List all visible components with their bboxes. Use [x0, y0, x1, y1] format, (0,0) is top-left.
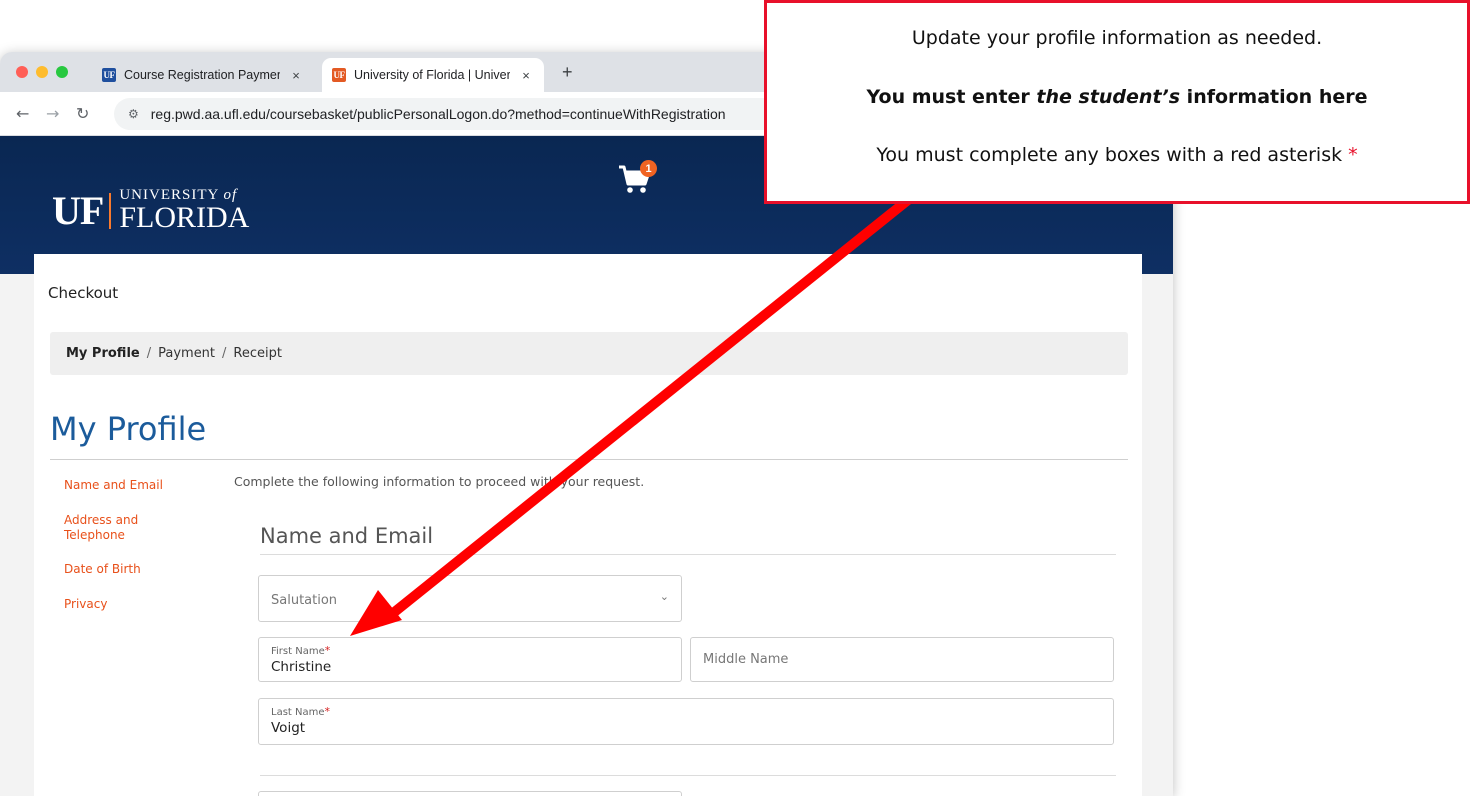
sidenav-date-of-birth[interactable]: Date of Birth [64, 562, 204, 577]
tab-close-icon[interactable]: × [288, 68, 304, 83]
cart-button[interactable]: 1 [618, 160, 658, 194]
middle-name-placeholder: Middle Name [703, 652, 789, 667]
callout-line-2: You must enter the student’s information… [866, 86, 1368, 108]
salutation-placeholder: Salutation [271, 593, 338, 608]
required-asterisk: * [324, 705, 331, 718]
callout-line-3: You must complete any boxes with a red a… [876, 144, 1358, 166]
last-name-value: Voigt [271, 720, 306, 736]
tab-course-registration[interactable]: UF Course Registration Payment × [92, 58, 314, 92]
profile-section-nav: Name and Email Address and Telephone Dat… [64, 478, 204, 632]
last-name-field[interactable]: Last Name* Voigt [258, 698, 1114, 745]
page-title: My Profile [50, 410, 207, 448]
minimize-window-button[interactable] [36, 66, 48, 78]
last-name-label: Last Name* [271, 705, 331, 718]
intro-text: Complete the following information to pr… [234, 474, 645, 489]
close-window-button[interactable] [16, 66, 28, 78]
uf-favicon-icon: UF [102, 68, 116, 82]
required-asterisk: * [1348, 144, 1358, 166]
url-text: reg.pwd.aa.ufl.edu/coursebasket/publicPe… [150, 106, 726, 122]
new-tab-button[interactable]: + [562, 62, 573, 83]
logo-divider [109, 192, 112, 229]
reload-icon[interactable]: ↻ [76, 104, 89, 123]
title-divider [50, 459, 1128, 460]
first-name-label: First Name* [271, 644, 331, 657]
page-viewport: UF UNIVERSITY of FLORIDA 1 Checkout My P… [0, 136, 1173, 796]
first-name-field[interactable]: First Name* Christine [258, 637, 682, 682]
tab-title: University of Florida | Univers [354, 68, 510, 82]
breadcrumb: My Profile / Payment / Receipt [50, 332, 1128, 375]
tab-university-of-florida[interactable]: UF University of Florida | Univers × [322, 58, 544, 92]
logo-florida-text: FLORIDA [119, 201, 250, 234]
forward-arrow-icon[interactable]: → [46, 104, 59, 123]
required-asterisk: * [324, 644, 331, 657]
checkout-heading: Checkout [48, 284, 119, 302]
email-field[interactable] [258, 791, 682, 796]
section-title: Name and Email [260, 524, 434, 548]
breadcrumb-payment: Payment [158, 346, 216, 361]
logo-wordmark: UNIVERSITY of FLORIDA [119, 188, 249, 233]
content-card: Checkout My Profile / Payment / Receipt … [34, 254, 1142, 796]
callout-line-1: Update your profile information as neede… [911, 27, 1323, 49]
sidenav-name-and-email[interactable]: Name and Email [64, 478, 204, 493]
tab-close-icon[interactable]: × [518, 68, 534, 83]
maximize-window-button[interactable] [56, 66, 68, 78]
breadcrumb-current: My Profile [66, 346, 140, 361]
salutation-select[interactable]: Salutation ⌄ [258, 575, 682, 622]
sidenav-address-and-telephone[interactable]: Address and Telephone [64, 513, 154, 543]
middle-name-field[interactable]: Middle Name [690, 637, 1114, 682]
sidenav-privacy[interactable]: Privacy [64, 597, 204, 612]
back-arrow-icon[interactable]: ← [16, 104, 29, 123]
uf-logo[interactable]: UF UNIVERSITY of FLORIDA [52, 188, 249, 233]
chevron-down-icon: ⌄ [659, 590, 669, 603]
tab-title: Course Registration Payment [124, 68, 280, 82]
form-divider [260, 775, 1116, 776]
breadcrumb-separator: / [222, 346, 227, 361]
first-name-value: Christine [271, 659, 332, 675]
site-settings-icon[interactable]: ⚙ [128, 107, 139, 121]
breadcrumb-separator: / [146, 346, 152, 361]
logo-uf-text: UF [52, 187, 104, 233]
instruction-callout: Update your profile information as neede… [764, 0, 1470, 204]
breadcrumb-receipt: Receipt [233, 346, 282, 361]
cart-count-badge: 1 [640, 160, 657, 177]
section-divider [260, 554, 1116, 555]
uf-favicon-icon: UF [332, 68, 346, 82]
